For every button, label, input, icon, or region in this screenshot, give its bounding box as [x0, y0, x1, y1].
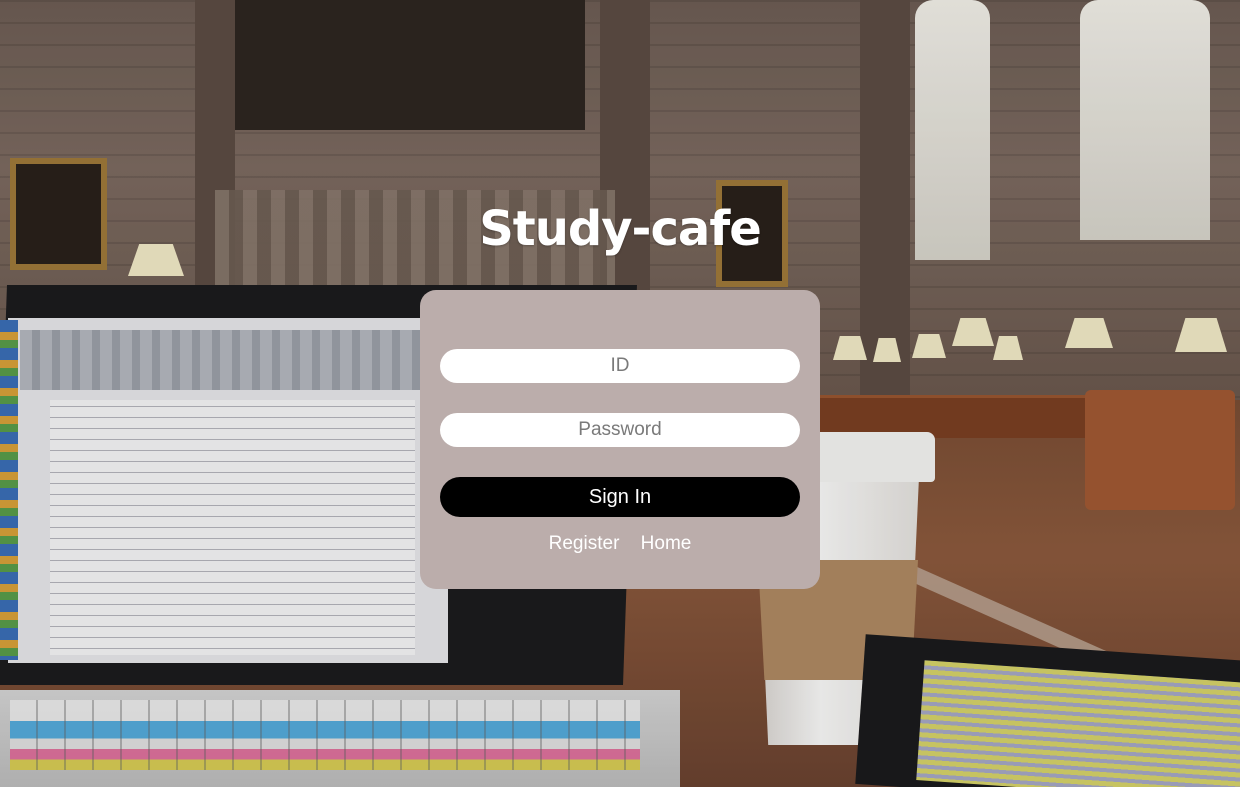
login-page: Study-cafe Sign In Register Home — [0, 0, 1240, 787]
id-input[interactable] — [440, 349, 800, 383]
sign-in-button[interactable]: Sign In — [440, 477, 800, 517]
page-title: Study-cafe — [479, 201, 762, 257]
login-card: Sign In Register Home — [420, 290, 820, 589]
auth-links: Register Home — [420, 533, 820, 555]
home-link[interactable]: Home — [641, 533, 692, 554]
password-input[interactable] — [440, 413, 800, 447]
register-link[interactable]: Register — [549, 533, 620, 554]
